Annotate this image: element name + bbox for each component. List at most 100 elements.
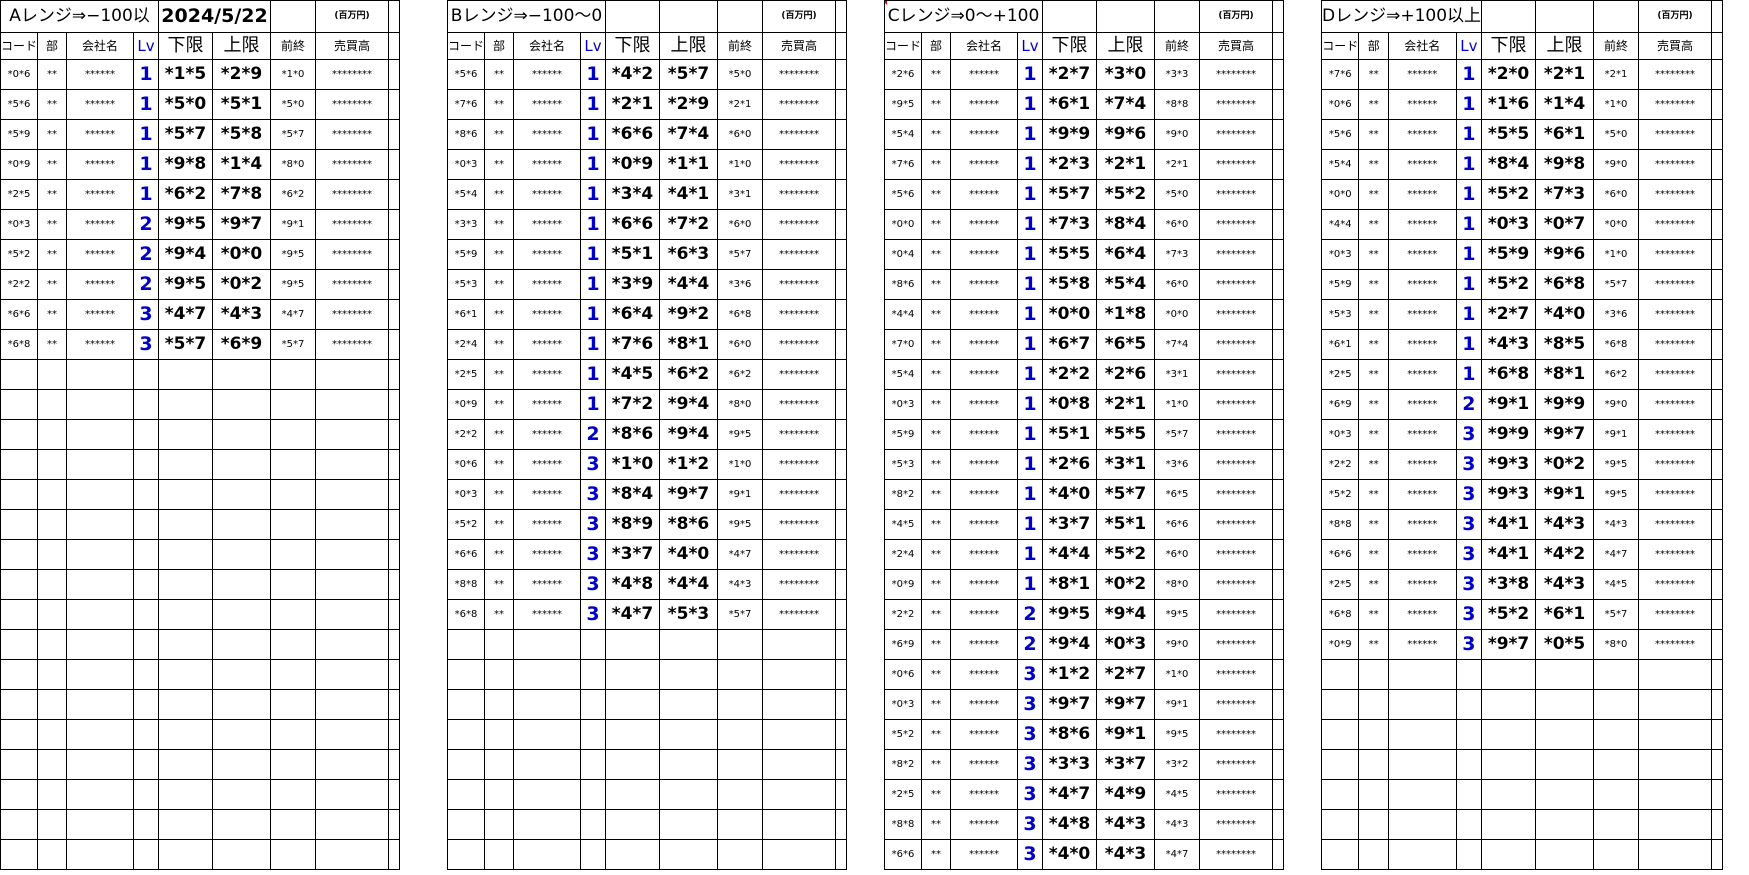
empty-cell[interactable] bbox=[605, 689, 661, 720]
gap-cell[interactable] bbox=[835, 89, 848, 120]
upper-cell[interactable]: *3*0 bbox=[1096, 59, 1156, 90]
dept-cell[interactable]: ** bbox=[921, 569, 952, 600]
empty-cell[interactable] bbox=[762, 719, 837, 750]
empty-cell[interactable] bbox=[717, 839, 764, 870]
empty-cell[interactable] bbox=[659, 659, 719, 690]
company-cell[interactable]: ****** bbox=[950, 539, 1019, 570]
empty-cell[interactable] bbox=[1320, 809, 1360, 840]
lower-cell[interactable]: *5*9 bbox=[1481, 239, 1537, 270]
gap-cell[interactable] bbox=[388, 809, 401, 840]
code-cell[interactable]: *6*9 bbox=[1320, 389, 1360, 420]
gap-cell[interactable] bbox=[1272, 749, 1285, 780]
gap-cell[interactable] bbox=[835, 629, 848, 660]
empty-cell[interactable] bbox=[158, 689, 214, 720]
lower-cell[interactable]: *1*5 bbox=[158, 59, 214, 90]
dept-cell[interactable]: ** bbox=[484, 359, 515, 390]
empty-cell[interactable] bbox=[158, 389, 214, 420]
empty-cell[interactable] bbox=[717, 659, 764, 690]
empty-cell[interactable] bbox=[212, 389, 272, 420]
company-cell[interactable]: ****** bbox=[1387, 419, 1457, 450]
upper-cell[interactable]: *0*2 bbox=[1535, 449, 1595, 480]
empty-cell[interactable] bbox=[315, 629, 390, 660]
company-cell[interactable]: ****** bbox=[1387, 59, 1457, 90]
sales-cell[interactable]: ******** bbox=[762, 419, 837, 450]
gap-cell[interactable] bbox=[388, 479, 401, 510]
gap-cell[interactable] bbox=[1272, 359, 1285, 390]
unit-label[interactable]: (百万円) bbox=[1199, 0, 1274, 33]
dept-cell[interactable]: ** bbox=[484, 389, 515, 420]
lower-cell[interactable]: *8*1 bbox=[1042, 569, 1098, 600]
dept-cell[interactable]: ** bbox=[921, 659, 952, 690]
company-cell[interactable]: ****** bbox=[950, 719, 1019, 750]
sales-cell[interactable]: ******** bbox=[762, 479, 837, 510]
prev-cell[interactable]: *6*2 bbox=[1593, 359, 1640, 390]
prev-cell[interactable]: *3*1 bbox=[1154, 359, 1201, 390]
sales-cell[interactable]: ******** bbox=[762, 359, 837, 390]
code-cell[interactable]: *5*4 bbox=[883, 359, 923, 390]
gap-cell[interactable] bbox=[1272, 659, 1285, 690]
empty-cell[interactable] bbox=[0, 569, 39, 600]
empty-cell[interactable] bbox=[315, 509, 390, 540]
prev-cell[interactable]: *9*5 bbox=[1154, 599, 1201, 630]
prev-cell[interactable]: *3*6 bbox=[1154, 449, 1201, 480]
empty-cell[interactable] bbox=[1455, 779, 1483, 810]
upper-cell[interactable]: *4*3 bbox=[212, 299, 272, 330]
prev-cell[interactable]: *1*0 bbox=[270, 59, 317, 90]
prev-cell[interactable]: *6*8 bbox=[1593, 329, 1640, 360]
dept-cell[interactable]: ** bbox=[1358, 149, 1389, 180]
empty-cell[interactable] bbox=[513, 839, 582, 870]
upper-cell[interactable]: *9*6 bbox=[1535, 239, 1595, 270]
company-cell[interactable]: ****** bbox=[950, 779, 1019, 810]
gap-cell[interactable] bbox=[1711, 239, 1724, 270]
dept-cell[interactable]: ** bbox=[1358, 269, 1389, 300]
empty-cell[interactable] bbox=[158, 599, 214, 630]
lv-cell[interactable]: 1 bbox=[580, 179, 607, 210]
sales-cell[interactable]: ******** bbox=[762, 299, 837, 330]
empty-cell[interactable] bbox=[1320, 749, 1360, 780]
block-title[interactable]: Cレンジ⇒0〜+100 bbox=[883, 0, 1044, 33]
dept-cell[interactable]: ** bbox=[1358, 179, 1389, 210]
empty-cell[interactable] bbox=[1358, 659, 1389, 690]
company-cell[interactable]: ****** bbox=[66, 89, 135, 120]
gap-cell[interactable] bbox=[1272, 779, 1285, 810]
code-cell[interactable]: *0*6 bbox=[446, 449, 486, 480]
code-cell[interactable]: *4*4 bbox=[1320, 209, 1360, 240]
prev-cell[interactable]: *9*5 bbox=[1154, 719, 1201, 750]
empty-cell[interactable] bbox=[1535, 779, 1595, 810]
gap-cell[interactable] bbox=[388, 659, 401, 690]
column-header-company[interactable]: 会社名 bbox=[66, 32, 135, 60]
upper-cell[interactable]: *7*8 bbox=[212, 179, 272, 210]
empty-cell[interactable] bbox=[446, 719, 486, 750]
lower-cell[interactable]: *2*0 bbox=[1481, 59, 1537, 90]
upper-cell[interactable]: *4*4 bbox=[659, 269, 719, 300]
empty-cell[interactable] bbox=[315, 719, 390, 750]
prev-cell[interactable]: *4*3 bbox=[717, 569, 764, 600]
sales-cell[interactable]: ******** bbox=[1199, 449, 1274, 480]
lower-cell[interactable]: *6*4 bbox=[605, 299, 661, 330]
lv-cell[interactable]: 1 bbox=[580, 299, 607, 330]
empty-cell[interactable] bbox=[37, 749, 68, 780]
upper-cell[interactable]: *7*4 bbox=[659, 119, 719, 150]
lower-cell[interactable]: *3*8 bbox=[1481, 569, 1537, 600]
upper-cell[interactable]: *2*9 bbox=[659, 89, 719, 120]
lower-cell[interactable]: *6*7 bbox=[1042, 329, 1098, 360]
lv-cell[interactable]: 1 bbox=[1017, 389, 1044, 420]
empty-cell[interactable] bbox=[212, 839, 272, 870]
empty-cell[interactable] bbox=[513, 719, 582, 750]
lower-cell[interactable]: *3*7 bbox=[1042, 509, 1098, 540]
empty-cell[interactable] bbox=[315, 419, 390, 450]
lower-cell[interactable]: *0*0 bbox=[1042, 299, 1098, 330]
gap-cell[interactable] bbox=[835, 269, 848, 300]
empty-cell[interactable] bbox=[1455, 809, 1483, 840]
dept-cell[interactable]: ** bbox=[484, 179, 515, 210]
sales-cell[interactable]: ******** bbox=[1199, 119, 1274, 150]
column-header-sales[interactable]: 売買高 bbox=[315, 32, 390, 60]
company-cell[interactable]: ****** bbox=[1387, 479, 1457, 510]
lower-cell[interactable]: *8*6 bbox=[1042, 719, 1098, 750]
gap-cell[interactable] bbox=[1711, 449, 1724, 480]
gap-cell[interactable] bbox=[1272, 689, 1285, 720]
company-cell[interactable]: ****** bbox=[1387, 359, 1457, 390]
sales-cell[interactable]: ******** bbox=[1199, 59, 1274, 90]
lv-cell[interactable]: 1 bbox=[580, 149, 607, 180]
gap-cell[interactable] bbox=[1711, 659, 1724, 690]
